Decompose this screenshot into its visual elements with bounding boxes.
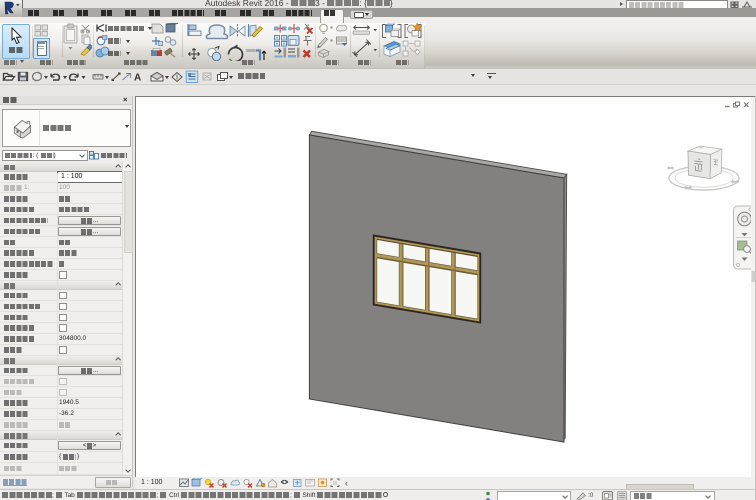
svg-text:A: A xyxy=(134,72,141,83)
svg-text:‹: ‹ xyxy=(345,479,348,488)
